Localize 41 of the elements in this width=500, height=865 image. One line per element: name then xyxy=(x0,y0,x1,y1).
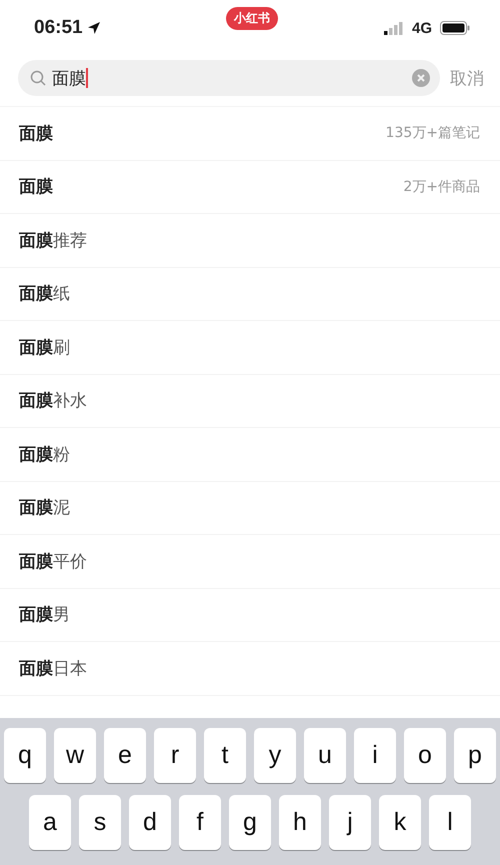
keyboard-key[interactable]: j xyxy=(329,795,371,850)
keyboard-key[interactable]: t xyxy=(204,728,246,783)
suggestion-item[interactable]: 面膜日本 xyxy=(19,656,87,680)
suggestion-item[interactable]: 面膜 xyxy=(19,122,53,145)
suggestion-item[interactable]: 面膜泥 xyxy=(19,496,70,520)
battery-icon xyxy=(440,21,470,35)
keyboard-key[interactable]: r xyxy=(154,728,196,783)
result-count: 135万+篇笔记 xyxy=(386,124,480,142)
search-field[interactable]: 面膜 xyxy=(18,60,440,96)
clear-icon[interactable] xyxy=(412,69,430,87)
suggestion-item[interactable]: 面膜推荐 xyxy=(19,228,87,252)
keyboard-key[interactable]: y xyxy=(254,728,296,783)
suggestion-item[interactable]: 面膜刷 xyxy=(19,336,70,359)
signal-icon xyxy=(384,22,404,34)
keyboard-key[interactable]: d xyxy=(129,795,171,850)
app-badge: 小红书 xyxy=(226,6,278,30)
keyboard-key[interactable]: u xyxy=(304,728,346,783)
network-label: 4G xyxy=(412,20,432,36)
result-count: 2万+件商品 xyxy=(403,178,480,196)
keyboard-key[interactable]: w xyxy=(54,728,96,783)
keyboard-key[interactable]: e xyxy=(104,728,146,783)
keyboard-key[interactable]: f xyxy=(179,795,221,850)
search-icon xyxy=(30,70,46,86)
keyboard-key[interactable]: h xyxy=(279,795,321,850)
keyboard-key[interactable]: s xyxy=(79,795,121,850)
keyboard-key[interactable]: a xyxy=(29,795,71,850)
keyboard-key[interactable]: p xyxy=(454,728,496,783)
suggestion-item[interactable]: 面膜补水 xyxy=(19,389,87,412)
keyboard-key[interactable]: k xyxy=(379,795,421,850)
suggestion-item[interactable]: 面膜 xyxy=(19,175,53,198)
keyboard-key[interactable]: i xyxy=(354,728,396,783)
location-arrow-icon xyxy=(86,21,101,35)
suggestion-item[interactable]: 面膜男 xyxy=(19,603,70,626)
keyboard-key[interactable]: g xyxy=(229,795,271,850)
keyboard-key[interactable]: l xyxy=(429,795,471,850)
suggestion-item[interactable]: 面膜纸 xyxy=(19,282,70,306)
keyboard-key[interactable]: q xyxy=(4,728,46,783)
suggestion-item[interactable]: 面膜粉 xyxy=(19,442,70,466)
status-time: 06:51 xyxy=(34,17,83,39)
suggestion-item[interactable]: 面膜平价 xyxy=(19,550,87,573)
keyboard-key[interactable]: o xyxy=(404,728,446,783)
